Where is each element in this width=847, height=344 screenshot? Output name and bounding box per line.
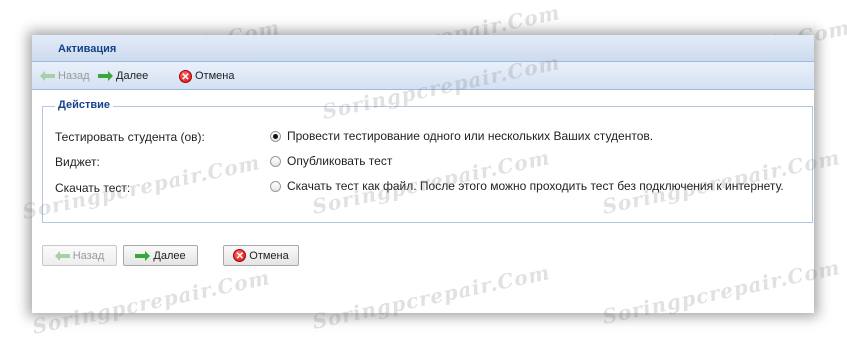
arrow-left-icon: [54, 250, 70, 261]
cancel-button[interactable]: ✕ Отмена: [223, 245, 299, 266]
action-legend: Действие: [55, 99, 113, 111]
toolbar-next-label: Далее: [116, 70, 149, 82]
activation-window: Активация Назад Далее ✕ Отмена Действие …: [32, 35, 814, 313]
title-bar: Активация: [32, 35, 814, 62]
next-button-label: Далее: [153, 249, 186, 262]
toolbar-next-button[interactable]: Далее: [98, 68, 148, 84]
cancel-icon: ✕: [179, 69, 192, 83]
toolbar-back-button[interactable]: Назад: [40, 68, 90, 84]
radio-option-label: Опубликовать тест: [287, 154, 393, 168]
toolbar-cancel-label: Отмена: [195, 70, 235, 82]
cancel-button-label: Отмена: [249, 249, 289, 262]
back-button-label: Назад: [72, 249, 105, 262]
radio-option-label: Скачать тест как файл. После этого можно…: [287, 179, 784, 193]
download-test-label: Скачать тест:: [55, 181, 131, 195]
next-button[interactable]: Далее: [123, 245, 198, 266]
cancel-icon: ✕: [233, 249, 247, 262]
arrow-left-icon: [40, 71, 55, 81]
radio-button-checked[interactable]: [270, 130, 281, 142]
back-button[interactable]: Назад: [42, 245, 117, 266]
toolbar-cancel-button[interactable]: ✕ Отмена: [179, 68, 234, 84]
radio-option-test-students[interactable]: Провести тестирование одного или несколь…: [270, 129, 653, 143]
test-student-label: Тестировать студента (ов):: [55, 130, 205, 144]
radio-button[interactable]: [270, 180, 281, 192]
radio-option-download-test[interactable]: Скачать тест как файл. После этого можно…: [270, 179, 784, 193]
radio-option-publish-test[interactable]: Опубликовать тест: [270, 154, 392, 168]
radio-button[interactable]: [270, 155, 281, 167]
radio-option-label: Провести тестирование одного или несколь…: [287, 129, 654, 143]
toolbar: Назад Далее ✕ Отмена: [32, 62, 814, 90]
action-fieldset: Действие Тестировать студента (ов): Видж…: [42, 99, 813, 223]
arrow-right-icon: [135, 250, 151, 261]
window-title: Активация: [58, 43, 117, 55]
widget-label: Виджет:: [55, 155, 100, 169]
toolbar-back-label: Назад: [58, 70, 90, 82]
arrow-right-icon: [98, 71, 113, 81]
